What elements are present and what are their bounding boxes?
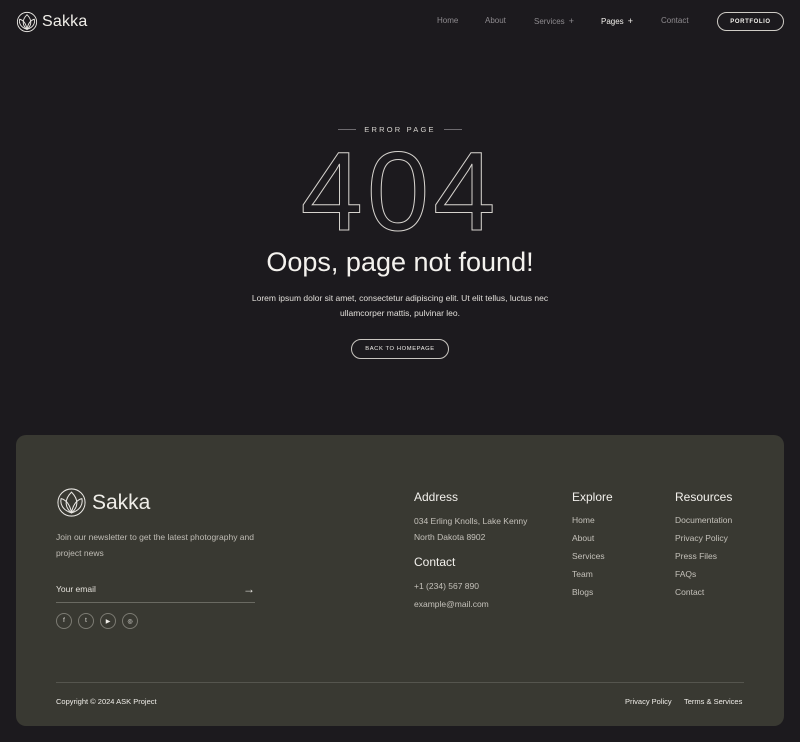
explore-link-blogs[interactable]: Blogs	[572, 583, 605, 601]
newsletter-text: Join our newsletter to get the latest ph…	[56, 532, 254, 558]
resources-title: Resources	[675, 490, 733, 504]
resource-link-press-files[interactable]: Press Files	[675, 547, 732, 565]
nav-home-label: Home	[437, 16, 459, 25]
contact-phone[interactable]: +1 (234) 567 890	[414, 578, 479, 594]
nav-pages-label: Pages	[601, 16, 624, 26]
nav-contact[interactable]: Contact	[661, 16, 689, 25]
nav-home[interactable]: Home	[437, 16, 458, 25]
nav-pages[interactable]: Pages +	[601, 16, 633, 26]
brand-logo[interactable]: Sakka	[16, 11, 87, 33]
explore-link-services[interactable]: Services	[572, 547, 605, 565]
leaf-logo-icon	[16, 11, 38, 33]
site-footer: Sakka Join our newsletter to get the lat…	[16, 435, 784, 726]
explore-list: Home About Services Team Blogs	[572, 511, 605, 601]
address-line-1: 034 Erling Knolls, Lake Kenny	[414, 516, 528, 526]
plus-icon: +	[568, 16, 574, 26]
portfolio-button[interactable]: PORTFOLIO	[717, 12, 784, 31]
footer-brand-logo[interactable]: Sakka	[56, 487, 150, 518]
resource-link-documentation[interactable]: Documentation	[675, 511, 732, 529]
explore-link-home[interactable]: Home	[572, 511, 605, 529]
nav-services-label: Services	[534, 16, 565, 26]
arrow-right-icon[interactable]: →	[243, 582, 255, 596]
plus-icon: +	[627, 16, 633, 26]
contact-email[interactable]: example@mail.com	[414, 596, 489, 612]
nav-about-label: About	[485, 16, 506, 25]
brand-name: Sakka	[42, 13, 88, 30]
address-text: 034 Erling Knolls, Lake Kenny North Dako…	[414, 513, 554, 545]
facebook-icon[interactable]: f	[56, 613, 72, 629]
copyright-text: Copyright © 2024 ASK Project	[56, 697, 157, 706]
newsletter-form: →	[56, 576, 255, 603]
footer-divider	[56, 682, 744, 683]
site-header: Sakka Home About Services + Pages + Contac…	[0, 0, 800, 44]
resource-link-faqs[interactable]: FAQs	[675, 565, 732, 583]
nav-contact-label: Contact	[661, 16, 689, 25]
resources-list: Documentation Privacy Policy Press Files…	[675, 511, 732, 601]
social-links: f t ▶ ◎	[56, 613, 138, 629]
twitter-icon[interactable]: t	[78, 613, 94, 629]
error-code: 404	[300, 129, 500, 254]
address-line-2: North Dakota 8902	[414, 532, 486, 542]
youtube-icon[interactable]: ▶	[100, 613, 116, 629]
address-title: Address	[414, 490, 459, 504]
terms-link[interactable]: Terms & Services	[684, 697, 742, 706]
footer-brand-name: Sakka	[92, 490, 151, 514]
error-description: Lorem ipsum dolor sit amet, consectetur …	[251, 293, 549, 318]
resource-link-contact[interactable]: Contact	[675, 583, 732, 601]
contact-title: Contact	[414, 555, 456, 569]
nav-services[interactable]: Services +	[534, 16, 574, 26]
nav-about[interactable]: About	[485, 16, 506, 25]
explore-title: Explore	[572, 490, 613, 504]
explore-link-team[interactable]: Team	[572, 565, 605, 583]
resource-link-privacy-policy[interactable]: Privacy Policy	[675, 529, 732, 547]
back-to-homepage-button[interactable]: BACK TO HOMEPAGE	[351, 339, 449, 359]
explore-link-about[interactable]: About	[572, 529, 605, 547]
leaf-logo-icon	[57, 488, 86, 517]
privacy-policy-link[interactable]: Privacy Policy	[625, 697, 672, 706]
page-title: Oops, page not found!	[266, 247, 534, 277]
dribbble-icon[interactable]: ◎	[122, 613, 138, 629]
email-input[interactable]	[56, 584, 216, 594]
